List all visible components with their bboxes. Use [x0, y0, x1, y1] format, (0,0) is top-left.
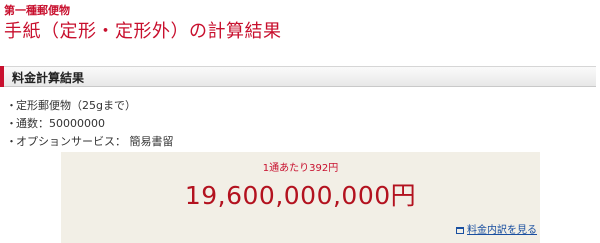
calculation-details-list: ・定形郵便物（25gまで） ・通数：50000000 ・オプションサービス： 簡…: [6, 97, 174, 151]
page-title: 手紙（定形・定形外）の計算結果: [4, 21, 282, 42]
fee-breakdown-link[interactable]: 料金内訳を見る: [456, 221, 537, 236]
mail-type-text: 定形郵便物（25gまで）: [16, 99, 136, 112]
list-item: ・オプションサービス： 簡易書留: [6, 133, 174, 151]
fee-breakdown-label: 料金内訳を見る: [467, 225, 537, 236]
option-service-text: オプションサービス： 簡易書留: [16, 135, 174, 148]
new-window-icon: [456, 227, 464, 234]
list-item: ・通数：50000000: [6, 115, 174, 133]
bullet: ・: [6, 117, 17, 130]
unit-price-text: 1通あたり392円: [262, 163, 339, 174]
result-box: 1通あたり392円 19,600,000,000円 料金内訳を見る: [61, 152, 540, 243]
section-header: 料金計算結果: [0, 66, 596, 87]
total-fee-amount: 19,600,000,000円: [184, 181, 417, 210]
section-title: 料金計算結果: [12, 71, 85, 85]
list-item: ・定形郵便物（25gまで）: [6, 97, 174, 115]
bullet: ・: [6, 135, 17, 148]
bullet: ・: [6, 99, 17, 112]
quantity-text: 通数：50000000: [16, 117, 105, 130]
section-accent-bar: [0, 66, 4, 87]
mail-category-label: 第一種郵便物: [4, 4, 70, 17]
